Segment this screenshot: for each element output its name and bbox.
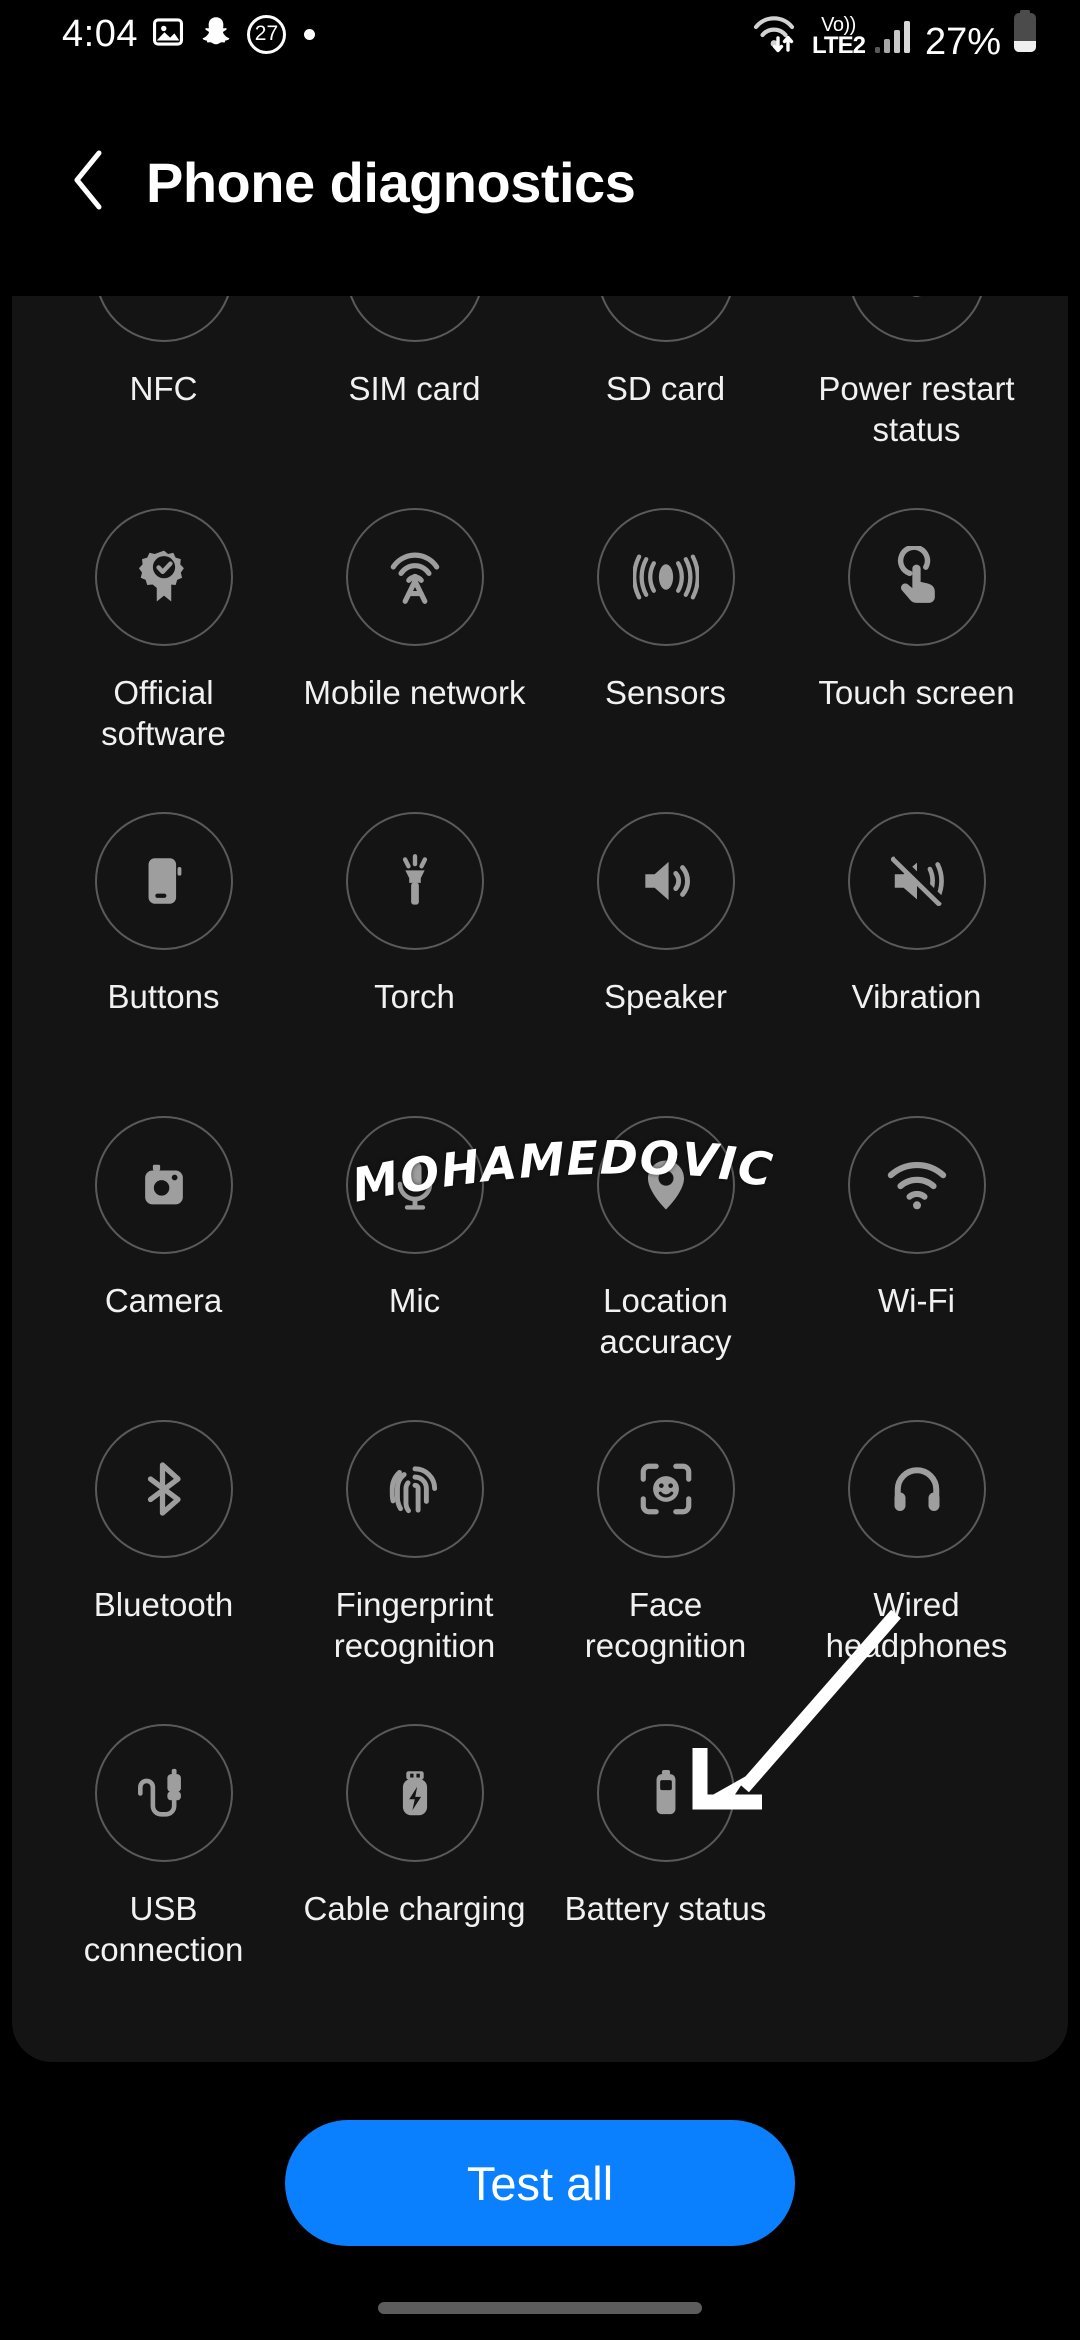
bluetooth-icon — [94, 1420, 233, 1558]
back-button[interactable] — [56, 149, 122, 215]
tile-sensors[interactable]: Sensors — [540, 492, 791, 796]
tile-label: Buttons — [107, 978, 220, 1015]
badge-check-icon — [94, 508, 233, 646]
tile-label: SD card — [605, 370, 726, 407]
tile-label: SIM card — [348, 370, 481, 407]
battery-percentage: 27% — [924, 20, 1001, 63]
speaker-icon — [596, 812, 735, 950]
footer-bar: Test all — [0, 2062, 1080, 2340]
tile-camera[interactable]: Camera — [38, 1100, 289, 1404]
battery-icon — [1010, 9, 1040, 60]
tile-touch-screen[interactable]: Touch screen — [791, 492, 1042, 796]
test-all-button[interactable]: Test all — [285, 2120, 795, 2246]
status-bar-left: 4:04 27 — [62, 14, 315, 55]
tile-speaker[interactable]: Speaker — [540, 796, 791, 1100]
tile-label: Touch screen — [818, 674, 1015, 711]
tile-label: Speaker — [604, 978, 727, 1015]
touch-hand-icon — [847, 508, 986, 646]
tile-label: Mobile network — [303, 674, 526, 711]
status-bar-clock: 4:04 — [62, 13, 138, 55]
gesture-navigation-bar[interactable] — [378, 2302, 702, 2314]
signal-bars-icon — [874, 15, 916, 60]
status-dot-icon — [303, 28, 315, 40]
tile-bluetooth[interactable]: Bluetooth — [38, 1404, 289, 1708]
status-bar: 4:04 27 Vo)) LTE2 27% — [0, 0, 1080, 68]
tile-mic[interactable]: Mic — [289, 1100, 540, 1404]
microphone-icon — [345, 1116, 484, 1254]
vibration-mute-icon — [847, 812, 986, 950]
tile-label: Bluetooth — [93, 1586, 234, 1623]
camera-icon — [94, 1116, 233, 1254]
wifi-icon — [847, 1116, 986, 1254]
snapchat-icon — [198, 14, 234, 55]
usb-cable-icon — [94, 1724, 233, 1862]
flashlight-icon — [345, 812, 484, 950]
tile-label: Face recognition — [584, 1586, 747, 1664]
tile-cable-charging[interactable]: Cable charging — [289, 1708, 540, 2012]
tile-buttons[interactable]: Buttons — [38, 796, 289, 1100]
tile-torch[interactable]: Torch — [289, 796, 540, 1100]
tile-usb-connection[interactable]: USB connection — [38, 1708, 289, 2012]
tile-label: Power restart status — [818, 370, 1015, 448]
battery-status-icon — [596, 1724, 735, 1862]
tile-label: Location accuracy — [599, 1282, 732, 1360]
tile-label: NFC — [129, 370, 198, 407]
fingerprint-icon — [345, 1420, 484, 1558]
tile-vibration[interactable]: Vibration — [791, 796, 1042, 1100]
gallery-icon — [151, 15, 185, 54]
tile-label: Torch — [374, 978, 455, 1015]
page-title: Phone diagnostics — [146, 150, 636, 214]
tile-mobile-network[interactable]: Mobile network — [289, 492, 540, 796]
headphones-icon — [847, 1420, 986, 1558]
sensors-icon — [596, 508, 735, 646]
tile-label: Cable charging — [303, 1890, 526, 1927]
tile-label: Mic — [388, 1282, 441, 1319]
tile-battery-status[interactable]: Battery status — [540, 1708, 791, 2012]
tile-label: Vibration — [851, 978, 982, 1015]
tile-face-recognition[interactable]: Face recognition — [540, 1404, 791, 1708]
status-bar-right: Vo)) LTE2 27% — [751, 9, 1040, 63]
volte-label-bottom: LTE2 — [812, 31, 866, 59]
tile-label: Official software — [101, 674, 226, 752]
tile-official-software[interactable]: Official software — [38, 492, 289, 796]
volte-indicator: Vo)) LTE2 — [812, 15, 866, 59]
tile-label: Battery status — [564, 1890, 767, 1927]
wifi-data-icon — [751, 11, 803, 60]
diagnostics-tile-grid: NFC SIM card SD card Power restart status Of… — [12, 180, 1068, 2012]
usb-charging-icon — [345, 1724, 484, 1862]
location-pin-icon — [596, 1116, 735, 1254]
tile-label: Sensors — [604, 674, 727, 711]
side-button-icon — [94, 812, 233, 950]
tile-label: USB connection — [83, 1890, 244, 1968]
diagnostics-card: NFC SIM card SD card Power restart status Of… — [12, 180, 1068, 2062]
cell-tower-icon — [345, 508, 484, 646]
tile-wired-headphones[interactable]: Wired headphones — [791, 1404, 1042, 1708]
face-scan-icon — [596, 1420, 735, 1558]
tile-label: Wired headphones — [825, 1586, 1008, 1664]
tile-label: Fingerprint recognition — [333, 1586, 496, 1664]
tile-label: Wi-Fi — [878, 1282, 955, 1319]
app-header: Phone diagnostics — [0, 68, 1080, 296]
tile-fingerprint-recognition[interactable]: Fingerprint recognition — [289, 1404, 540, 1708]
chevron-left-icon — [66, 147, 112, 218]
notification-count-badge: 27 — [246, 14, 286, 54]
tile-wi-fi[interactable]: Wi-Fi — [791, 1100, 1042, 1404]
tile-location-accuracy[interactable]: Location accuracy — [540, 1100, 791, 1404]
tile-label: Camera — [104, 1282, 223, 1319]
